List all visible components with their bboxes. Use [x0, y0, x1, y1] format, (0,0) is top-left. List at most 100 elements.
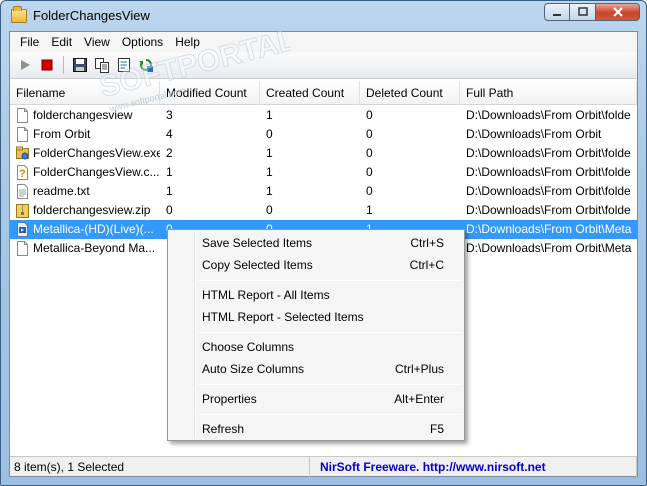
- table-row[interactable]: From Orbit 4 0 0 D:\Downloads\From Orbit: [10, 125, 637, 144]
- svg-text:?: ?: [19, 168, 26, 180]
- cell-modified-count: 0: [166, 203, 173, 217]
- cell-created-count: 1: [266, 165, 273, 179]
- context-item-label: Auto Size Columns: [202, 362, 305, 376]
- context-item-label: Copy Selected Items: [202, 258, 313, 272]
- column-header-created-count[interactable]: Created Count: [260, 81, 360, 105]
- document-icon: [16, 127, 29, 142]
- column-header-deleted-count[interactable]: Deleted Count: [360, 81, 460, 105]
- start-button[interactable]: [16, 56, 34, 74]
- menu-file[interactable]: File: [14, 32, 45, 52]
- refresh-button[interactable]: [137, 56, 155, 74]
- cell-filename: folderchangesview.zip: [10, 201, 160, 220]
- cell-created-count: 1: [266, 146, 273, 160]
- cell-filename: Metallica-Beyond Ma...: [10, 239, 160, 258]
- context-item-save-selected-items[interactable]: Save Selected Items Ctrl+S: [170, 232, 462, 254]
- window-controls: [544, 3, 640, 23]
- menu-separator: [198, 280, 462, 281]
- list-header: Filename Modified Count Created Count De…: [10, 81, 637, 105]
- toolbar-separator: [63, 56, 64, 74]
- cell-modified-count: 1: [166, 184, 173, 198]
- table-row[interactable]: folderchangesview 3 1 0 D:\Downloads\From Or…: [10, 106, 637, 125]
- cell-created-count: 1: [266, 108, 273, 122]
- menu-edit[interactable]: Edit: [45, 32, 78, 52]
- cell-filename: Metallica-(HD)(Live)(...: [10, 220, 160, 239]
- cell-filename: FolderChangesView.exe: [10, 144, 160, 163]
- context-item-label: HTML Report - Selected Items: [202, 310, 364, 324]
- copy-icon: [95, 58, 109, 73]
- cell-full-path: D:\Downloads\From Orbit\folde: [466, 203, 631, 217]
- stop-icon: [41, 59, 53, 71]
- copy-button[interactable]: [93, 56, 111, 74]
- save-button[interactable]: [71, 56, 89, 74]
- document-icon: [16, 241, 29, 256]
- zip-icon: [16, 203, 29, 218]
- column-header-modified-count[interactable]: Modified Count: [160, 81, 260, 105]
- stop-button[interactable]: [38, 56, 56, 74]
- cell-filename: From Orbit: [10, 125, 160, 144]
- help-file-icon: ?: [16, 165, 29, 180]
- context-item-label: Choose Columns: [202, 340, 295, 354]
- context-item-refresh[interactable]: Refresh F5: [170, 418, 462, 440]
- maximize-icon: [577, 7, 588, 16]
- filename-text: folderchangesview: [33, 108, 133, 122]
- filename-text: FolderChangesView.exe: [33, 146, 160, 160]
- filename-text: FolderChangesView.c...: [33, 165, 160, 179]
- context-item-shortcut: Ctrl+C: [409, 258, 444, 272]
- menu-help[interactable]: Help: [169, 32, 206, 52]
- menu-separator: [198, 332, 462, 333]
- cell-full-path: D:\Downloads\From Orbit\folde: [466, 165, 631, 179]
- menu-separator: [198, 414, 462, 415]
- context-item-choose-columns[interactable]: Choose Columns: [170, 336, 462, 358]
- title-bar[interactable]: FolderChangesView: [1, 1, 646, 31]
- text-file-icon: [16, 184, 29, 199]
- document-icon: [16, 108, 29, 123]
- filename-text: From Orbit: [33, 127, 91, 141]
- cell-full-path: D:\Downloads\From Orbit\folde: [466, 108, 631, 122]
- filename-text: Metallica-(HD)(Live)(...: [33, 222, 154, 236]
- toolbar: [10, 52, 637, 79]
- properties-icon: [118, 58, 130, 72]
- status-nirsoft-link[interactable]: NirSoft Freeware. http://www.nirsoft.net: [310, 457, 637, 477]
- context-item-label: Refresh: [202, 422, 245, 436]
- table-row[interactable]: readme.txt 1 1 0 D:\Downloads\From Orbit\fol…: [10, 182, 637, 201]
- context-item-shortcut: Ctrl+S: [410, 236, 444, 250]
- filename-text: folderchangesview.zip: [33, 203, 151, 217]
- menu-separator: [198, 384, 462, 385]
- minimize-button[interactable]: [544, 3, 570, 21]
- close-icon: [612, 7, 623, 17]
- properties-button[interactable]: [115, 56, 133, 74]
- close-button[interactable]: [596, 3, 640, 21]
- cell-created-count: 0: [266, 203, 273, 217]
- menu-options[interactable]: Options: [116, 32, 169, 52]
- menu-bar: File Edit View Options Help: [10, 32, 637, 52]
- cell-full-path: D:\Downloads\From Orbit\Meta: [466, 222, 632, 236]
- cell-full-path: D:\Downloads\From Orbit\folde: [466, 184, 631, 198]
- column-header-filename[interactable]: Filename: [10, 81, 160, 105]
- context-item-auto-size-columns[interactable]: Auto Size Columns Ctrl+Plus: [170, 358, 462, 380]
- maximize-button[interactable]: [570, 3, 596, 21]
- status-item-count: 8 item(s), 1 Selected: [10, 457, 310, 477]
- column-header-full-path[interactable]: Full Path: [460, 81, 637, 105]
- minimize-icon: [553, 14, 561, 16]
- context-item-html-report-selected-items[interactable]: HTML Report - Selected Items: [170, 306, 462, 328]
- filename-text: Metallica-Beyond Ma...: [33, 241, 156, 255]
- filename-text: readme.txt: [33, 184, 90, 198]
- table-row[interactable]: folderchangesview.zip 0 0 1 D:\Downloads\Fro…: [10, 201, 637, 220]
- cell-created-count: 0: [266, 127, 273, 141]
- exe-icon: [16, 146, 29, 161]
- table-row[interactable]: ? FolderChangesView.c... 1 1 0 D:\Downloads\F…: [10, 163, 637, 182]
- context-menu: Save Selected Items Ctrl+S Copy Selected I…: [167, 229, 465, 441]
- menu-view[interactable]: View: [78, 32, 116, 52]
- context-item-properties[interactable]: Properties Alt+Enter: [170, 388, 462, 410]
- cell-deleted-count: 0: [366, 127, 373, 141]
- folder-app-icon: [11, 6, 27, 23]
- save-icon: [73, 58, 87, 72]
- table-row[interactable]: FolderChangesView.exe 2 1 0 D:\Downloads\Fro…: [10, 144, 637, 163]
- nirsoft-link[interactable]: NirSoft Freeware. http://www.nirsoft.net: [320, 460, 546, 474]
- cell-deleted-count: 0: [366, 146, 373, 160]
- context-item-html-report-all-items[interactable]: HTML Report - All Items: [170, 284, 462, 306]
- cell-deleted-count: 1: [366, 203, 373, 217]
- context-item-copy-selected-items[interactable]: Copy Selected Items Ctrl+C: [170, 254, 462, 276]
- video-file-icon: [16, 222, 29, 237]
- cell-deleted-count: 0: [366, 165, 373, 179]
